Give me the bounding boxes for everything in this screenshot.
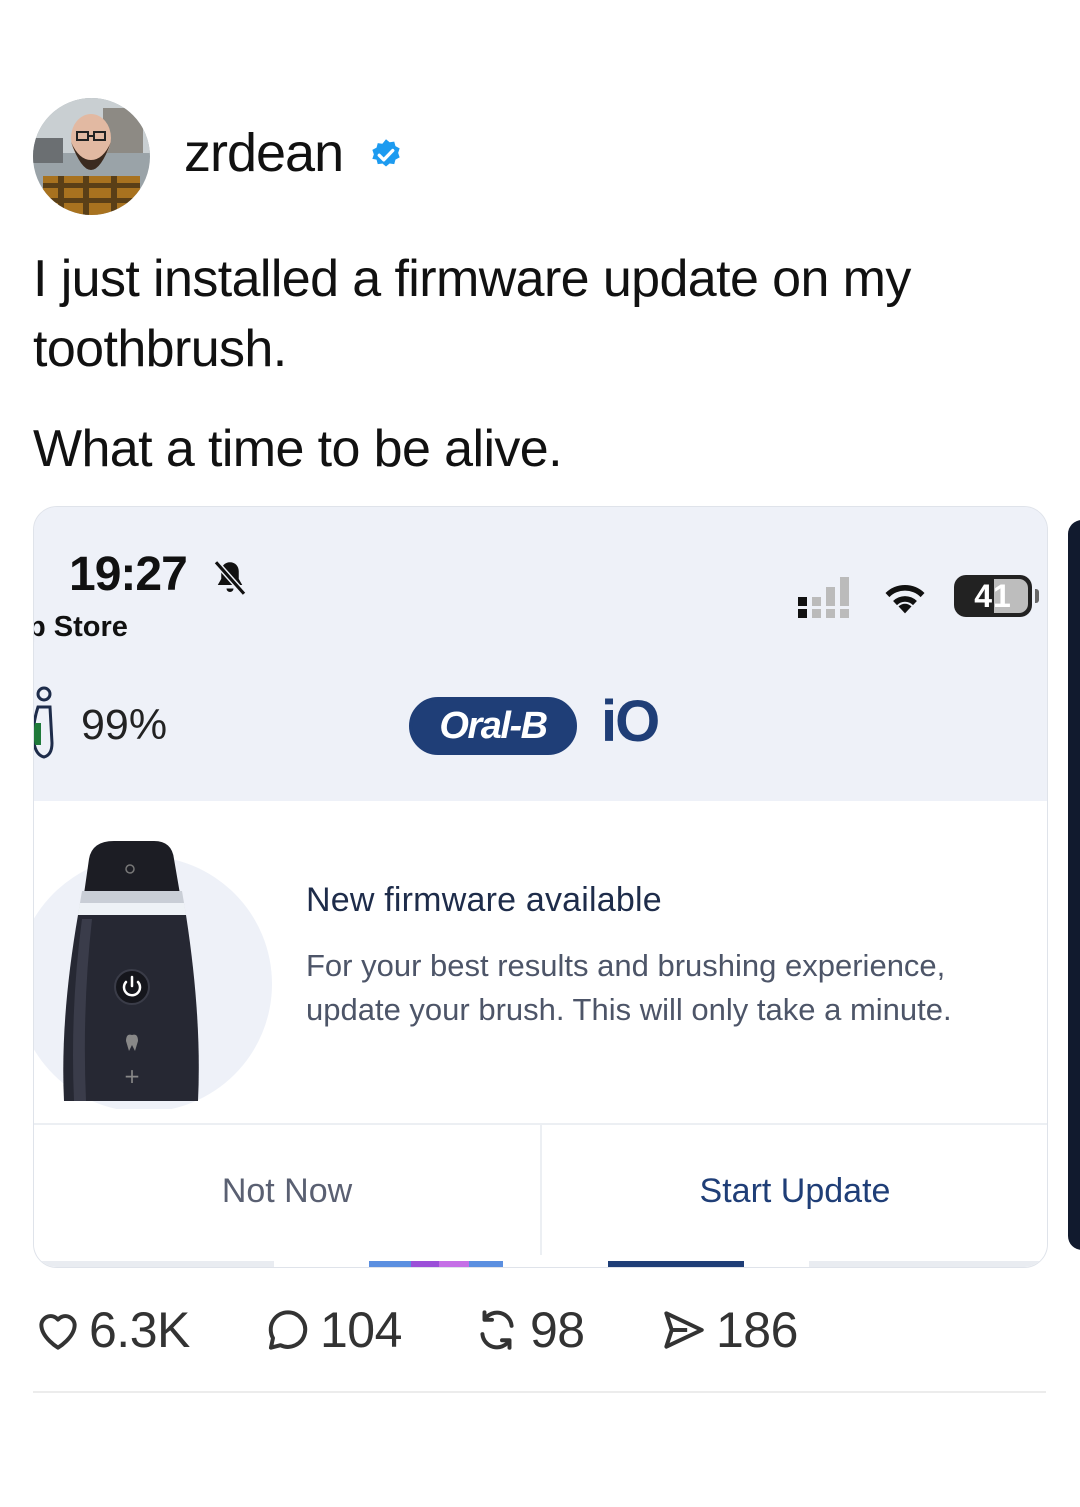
brand-name: Oral-B [439,704,548,747]
share-count: 186 [716,1302,798,1358]
reply-bubble-icon [268,1310,308,1350]
io-logo: iO [601,689,660,754]
embedded-screenshot[interactable]: 19:27 p Store 41 99% Oral-B iO + New fir… [33,506,1048,1268]
not-now-button[interactable]: Not Now [34,1125,540,1257]
reply-count: 104 [320,1302,402,1358]
start-update-button[interactable]: Start Update [542,1125,1047,1257]
signal-icon [798,577,849,618]
avatar[interactable] [33,98,150,215]
dialog-body: For your best results and brushing exper… [306,948,952,1027]
heart-icon [39,1314,77,1350]
app-header-area: 19:27 p Store 41 99% Oral-B iO [34,507,1047,801]
toothbrush-battery-icon [34,686,54,759]
send-icon [664,1311,704,1349]
repost-button[interactable]: 98 [470,1300,585,1360]
like-button[interactable]: 6.3K [33,1300,190,1360]
wifi-icon [885,584,925,614]
battery-level: 41 [974,577,1012,614]
username[interactable]: zrdean [184,118,344,188]
back-to-app-link[interactable]: p Store [34,611,128,644]
oral-b-logo: Oral-B [409,697,577,755]
next-media-peek[interactable] [1068,520,1080,1250]
repost-count: 98 [530,1302,585,1358]
svg-text:+: + [124,1064,141,1088]
toothbrush-image-icon: + [34,841,272,1109]
battery-icon: 41 [954,575,1032,617]
battery-nub [1035,589,1039,603]
firmware-dialog: + New firmware available For your best r… [34,801,1047,1267]
dialog-title: New firmware available [306,881,662,919]
brush-battery-level: 99% [81,701,168,749]
like-count: 6.3K [89,1302,190,1358]
post-divider [33,1391,1046,1393]
bell-slash-icon [213,560,247,596]
verified-badge-icon [372,139,400,167]
repost-icon [480,1310,514,1350]
bottom-tabbar-peek [34,1255,1047,1267]
reply-button[interactable]: 104 [262,1300,402,1360]
share-button[interactable]: 186 [656,1300,798,1360]
post-text-line2: What a time to be alive. [33,420,563,478]
status-time: 19:27 [69,548,188,601]
post-text-line1: I just installed a firmware update on my… [33,250,911,378]
